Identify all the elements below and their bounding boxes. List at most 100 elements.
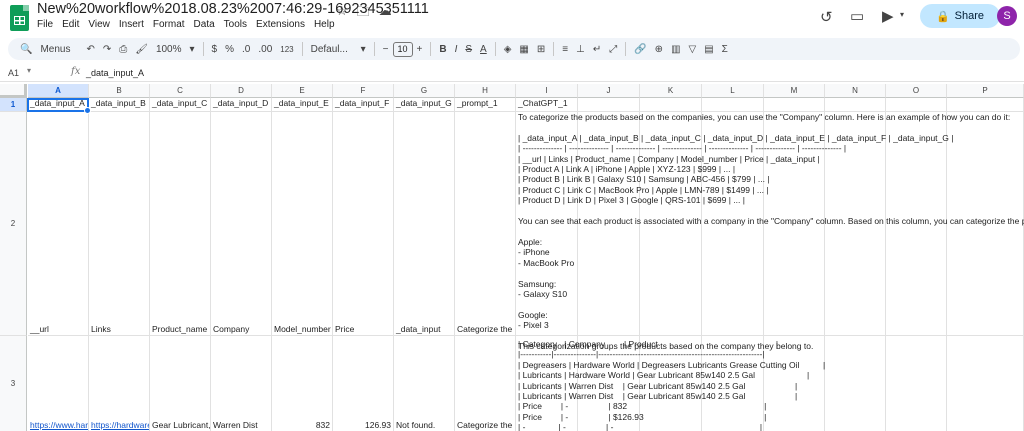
cell-o1[interactable] xyxy=(886,98,947,112)
cell-e3[interactable]: 832 xyxy=(272,336,333,431)
zoom-select[interactable]: 100% xyxy=(152,40,186,58)
column-header-o[interactable]: O xyxy=(886,84,947,98)
column-header-a[interactable]: A xyxy=(28,84,89,98)
active-cell-selection[interactable] xyxy=(27,98,91,114)
text-color-button[interactable]: A xyxy=(476,40,491,58)
filter-views-icon[interactable]: ▤ xyxy=(700,40,717,58)
merge-cells-icon[interactable]: ⊞ xyxy=(533,40,549,58)
cell-h3[interactable]: Categorize the p xyxy=(455,336,516,431)
cell-g2[interactable]: _data_input xyxy=(394,112,455,336)
italic-button[interactable]: I xyxy=(451,40,462,58)
menu-file[interactable]: File xyxy=(37,19,58,30)
select-all-corner[interactable] xyxy=(0,84,27,98)
undo-icon[interactable]: ↶ xyxy=(82,40,98,58)
menu-view[interactable]: View xyxy=(88,19,115,30)
cell-d3[interactable]: Warren Dist xyxy=(211,336,272,431)
column-header-g[interactable]: G xyxy=(394,84,455,98)
name-box-chevron-down-icon[interactable]: ▾ xyxy=(27,66,31,75)
borders-icon[interactable]: ▦ xyxy=(515,40,532,58)
cell-d2[interactable]: Company xyxy=(211,112,272,336)
column-header-h[interactable]: H xyxy=(455,84,516,98)
column-header-e[interactable]: E xyxy=(272,84,333,98)
menu-tools[interactable]: Tools xyxy=(224,19,252,30)
redo-icon[interactable]: ↷ xyxy=(99,40,115,58)
cell-j1[interactable] xyxy=(578,98,640,112)
increase-font-size-button[interactable]: + xyxy=(413,40,427,58)
cell-e1[interactable]: _data_input_E xyxy=(272,98,333,112)
more-formats-button[interactable]: 123 xyxy=(276,40,297,58)
menu-data[interactable]: Data xyxy=(194,19,220,30)
column-header-d[interactable]: D xyxy=(211,84,272,98)
column-header-p[interactable]: P xyxy=(947,84,1024,98)
cell-c3[interactable]: Gear Lubricant, I xyxy=(150,336,211,431)
decrease-decimal-button[interactable]: .0 xyxy=(238,40,254,58)
decrease-font-size-button[interactable]: − xyxy=(379,40,393,58)
cell-a3[interactable]: https://www.hard xyxy=(28,336,89,431)
cell-i1[interactable]: _ChatGPT_1 xyxy=(516,98,578,112)
fill-color-icon[interactable]: ◈ xyxy=(500,40,516,58)
cell-c1[interactable]: _data_input_C xyxy=(150,98,211,112)
cell-m1[interactable] xyxy=(764,98,825,112)
cell-p1[interactable] xyxy=(947,98,1024,112)
cell-c2[interactable]: Product_name xyxy=(150,112,211,336)
font-size-input[interactable]: 10 xyxy=(392,41,413,57)
menu-format[interactable]: Format xyxy=(153,19,190,30)
menu-edit[interactable]: Edit xyxy=(62,19,84,30)
functions-button[interactable]: Σ xyxy=(718,40,732,58)
history-icon[interactable]: ↺ xyxy=(820,8,833,26)
cell-b1[interactable]: _data_input_B xyxy=(89,98,150,112)
move-folder-icon[interactable]: 🗀 xyxy=(357,3,370,25)
meet-icon[interactable]: ▶ xyxy=(882,7,894,25)
insert-comment-icon[interactable]: ⊕ xyxy=(651,40,667,58)
cloud-status-icon[interactable]: ☁ xyxy=(379,3,392,25)
column-header-i[interactable]: I xyxy=(516,84,578,98)
cell-g3[interactable]: Not found. xyxy=(394,336,455,431)
text-rotation-icon[interactable]: ⤢ xyxy=(605,40,621,58)
cell-l1[interactable] xyxy=(702,98,764,112)
column-header-c[interactable]: C xyxy=(150,84,211,98)
column-header-b[interactable]: B xyxy=(89,84,150,98)
search-menus-icon[interactable]: 🔍 xyxy=(16,40,36,58)
paint-format-icon[interactable]: 🖌 xyxy=(131,40,152,58)
share-button[interactable]: 🔒 Share xyxy=(920,4,1000,28)
increase-decimal-button[interactable]: .00 xyxy=(254,40,276,58)
cell-b3[interactable]: https://hardware xyxy=(89,336,150,431)
menu-help[interactable]: Help xyxy=(314,19,340,30)
cell-a2[interactable]: __url xyxy=(28,112,89,336)
row-header-1[interactable]: 1 xyxy=(0,98,27,112)
cell-f2[interactable]: Price xyxy=(333,112,394,336)
column-header-j[interactable]: J xyxy=(578,84,640,98)
spreadsheet-grid[interactable]: ABCDEFGHIJKLMNOP 123 _data_input_A _data_… xyxy=(0,84,1024,431)
column-header-k[interactable]: K xyxy=(640,84,702,98)
print-icon[interactable]: ⎙ xyxy=(115,40,131,58)
zoom-chevron-down-icon[interactable]: ▾ xyxy=(186,40,199,58)
column-header-f[interactable]: F xyxy=(333,84,394,98)
comments-icon[interactable]: ▭ xyxy=(850,7,864,25)
cell-n1[interactable] xyxy=(825,98,886,112)
meet-dropdown-icon[interactable]: ▾ xyxy=(900,10,904,19)
cell-g1[interactable]: _data_input_G xyxy=(394,98,455,112)
name-box[interactable]: A1 xyxy=(8,68,19,78)
cell-e2[interactable]: Model_number xyxy=(272,112,333,336)
sheets-logo-icon[interactable] xyxy=(10,5,29,31)
menu-insert[interactable]: Insert xyxy=(119,19,149,30)
cell-h1[interactable]: _prompt_1 xyxy=(455,98,516,112)
font-chevron-down-icon[interactable]: ▾ xyxy=(357,40,370,58)
bold-button[interactable]: B xyxy=(435,40,450,58)
cell-d1[interactable]: _data_input_D xyxy=(211,98,272,112)
row-header-2[interactable]: 2 xyxy=(0,112,27,336)
column-header-n[interactable]: N xyxy=(825,84,886,98)
font-select[interactable]: Defaul... xyxy=(307,40,357,58)
search-menus-label[interactable]: Menus xyxy=(36,40,82,58)
column-header-l[interactable]: L xyxy=(702,84,764,98)
formula-input[interactable]: _data_input_A xyxy=(86,68,144,78)
avatar[interactable]: S xyxy=(997,6,1017,26)
percent-format-button[interactable]: % xyxy=(221,40,238,58)
cell-f3[interactable]: 126.93 xyxy=(333,336,394,431)
column-header-m[interactable]: M xyxy=(764,84,825,98)
cell-h2[interactable]: Categorize the p xyxy=(455,112,516,336)
text-wrap-icon[interactable]: ↵ xyxy=(589,40,605,58)
insert-link-icon[interactable]: 🔗 xyxy=(630,40,650,58)
vertical-align-icon[interactable]: ⊥ xyxy=(572,40,589,58)
menu-extensions[interactable]: Extensions xyxy=(256,19,310,30)
